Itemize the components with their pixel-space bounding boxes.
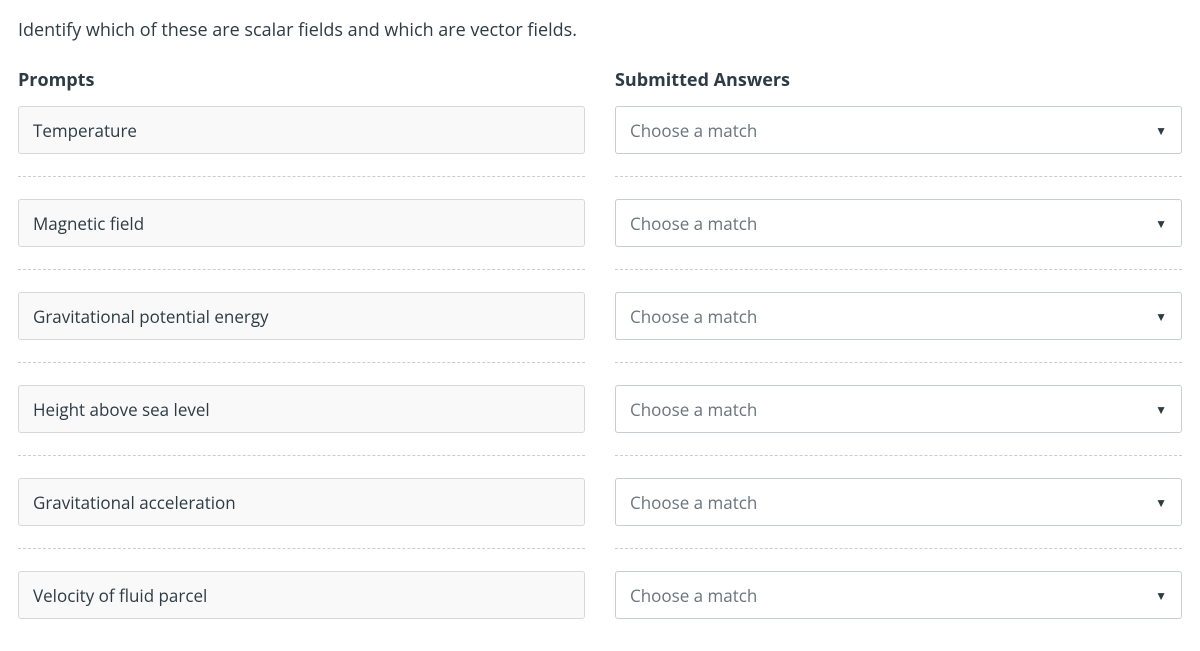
answer-placeholder: Choose a match bbox=[630, 305, 757, 328]
prompt-box: Magnetic field bbox=[18, 199, 585, 247]
prompt-box: Gravitational potential energy bbox=[18, 292, 585, 340]
prompts-column: Prompts Temperature Magnetic field Gravi… bbox=[18, 68, 585, 635]
answer-placeholder: Choose a match bbox=[630, 398, 757, 421]
prompt-row: Velocity of fluid parcel bbox=[18, 571, 585, 627]
prompt-label: Height above sea level bbox=[33, 398, 210, 421]
answer-select[interactable]: Choose a match ▼ bbox=[615, 106, 1182, 154]
chevron-down-icon: ▼ bbox=[1155, 587, 1167, 604]
prompt-box: Temperature bbox=[18, 106, 585, 154]
chevron-down-icon: ▼ bbox=[1155, 494, 1167, 511]
prompt-label: Gravitational acceleration bbox=[33, 491, 236, 514]
prompt-label: Gravitational potential energy bbox=[33, 305, 269, 328]
prompt-row: Gravitational acceleration bbox=[18, 478, 585, 549]
prompt-box: Height above sea level bbox=[18, 385, 585, 433]
prompt-label: Temperature bbox=[33, 119, 137, 142]
answer-select[interactable]: Choose a match ▼ bbox=[615, 199, 1182, 247]
chevron-down-icon: ▼ bbox=[1155, 122, 1167, 139]
chevron-down-icon: ▼ bbox=[1155, 308, 1167, 325]
prompt-row: Magnetic field bbox=[18, 199, 585, 270]
answer-placeholder: Choose a match bbox=[630, 212, 757, 235]
answer-select[interactable]: Choose a match ▼ bbox=[615, 385, 1182, 433]
prompt-row: Gravitational potential energy bbox=[18, 292, 585, 363]
prompts-header: Prompts bbox=[18, 68, 585, 92]
answer-placeholder: Choose a match bbox=[630, 491, 757, 514]
answer-row: Choose a match ▼ bbox=[615, 571, 1182, 627]
answer-select[interactable]: Choose a match ▼ bbox=[615, 478, 1182, 526]
answers-column: Submitted Answers Choose a match ▼ Choos… bbox=[615, 68, 1182, 635]
answers-header: Submitted Answers bbox=[615, 68, 1182, 92]
question-text: Identify which of these are scalar field… bbox=[18, 18, 1182, 42]
chevron-down-icon: ▼ bbox=[1155, 215, 1167, 232]
prompt-box: Velocity of fluid parcel bbox=[18, 571, 585, 619]
answer-row: Choose a match ▼ bbox=[615, 292, 1182, 363]
chevron-down-icon: ▼ bbox=[1155, 401, 1167, 418]
answer-placeholder: Choose a match bbox=[630, 584, 757, 607]
answer-select[interactable]: Choose a match ▼ bbox=[615, 571, 1182, 619]
answer-row: Choose a match ▼ bbox=[615, 478, 1182, 549]
answer-placeholder: Choose a match bbox=[630, 119, 757, 142]
answer-select[interactable]: Choose a match ▼ bbox=[615, 292, 1182, 340]
prompt-label: Magnetic field bbox=[33, 212, 144, 235]
prompt-label: Velocity of fluid parcel bbox=[33, 584, 207, 607]
answer-row: Choose a match ▼ bbox=[615, 385, 1182, 456]
answer-row: Choose a match ▼ bbox=[615, 106, 1182, 177]
answer-row: Choose a match ▼ bbox=[615, 199, 1182, 270]
matching-columns: Prompts Temperature Magnetic field Gravi… bbox=[18, 68, 1182, 635]
prompt-box: Gravitational acceleration bbox=[18, 478, 585, 526]
prompt-row: Temperature bbox=[18, 106, 585, 177]
prompt-row: Height above sea level bbox=[18, 385, 585, 456]
